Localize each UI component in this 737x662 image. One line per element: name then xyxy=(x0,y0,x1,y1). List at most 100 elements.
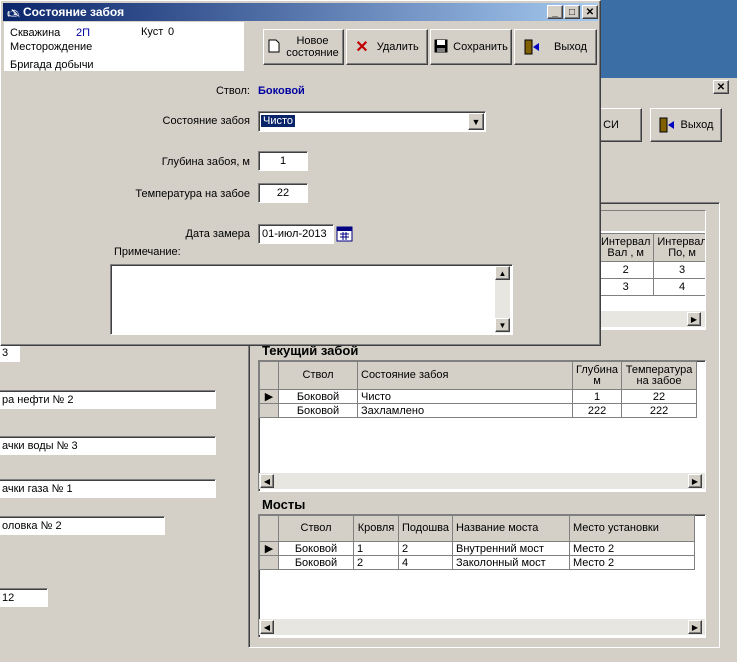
table-cell: 3 xyxy=(653,261,705,279)
scroll-right-icon[interactable]: ▶ xyxy=(688,474,702,488)
calendar-icon[interactable] xyxy=(336,225,353,242)
current-zaboi-grid: Ствол Состояние забоя Глубина м Температу… xyxy=(258,360,706,492)
back-field-6[interactable]: 12 xyxy=(0,588,48,607)
mosty-title: Мосты xyxy=(262,497,306,512)
table-cell: 2 xyxy=(353,555,399,570)
col-place: Место установки xyxy=(568,515,695,542)
depth-label: Глубина забоя, м xyxy=(161,156,250,168)
scroll-up-icon[interactable]: ▲ xyxy=(495,266,510,280)
back-exit-label: Выход xyxy=(680,119,714,131)
mosty-scrollbar[interactable]: ◀ ▶ xyxy=(259,619,705,635)
back-field-3[interactable]: ачки воды № 3 xyxy=(0,436,216,455)
back-field-1[interactable]: 3 xyxy=(0,344,20,362)
row-pointer-icon: ▶ xyxy=(259,389,279,404)
col-depth: Глубина м xyxy=(571,361,623,390)
table-cell: Боковой xyxy=(278,389,358,404)
zaboi-dialog: 🖎 Состояние забоя _ □ ✕ Скважина 2П Куст… xyxy=(0,0,601,346)
field-label: Месторождение xyxy=(10,41,93,53)
new-state-button[interactable]: Новое состояние xyxy=(263,29,344,65)
table-cell: 1 xyxy=(353,541,399,556)
well-value: 2П xyxy=(76,27,91,39)
save-label: Сохранить xyxy=(453,41,508,53)
col-bridge-name: Название моста xyxy=(451,515,570,542)
minimize-button[interactable]: _ xyxy=(547,5,563,19)
table-row[interactable]: ▶ Боковой 1 2 Внутренний мост Место 2 xyxy=(259,541,695,556)
date-value: 01-июл-2013 xyxy=(262,228,327,240)
table-cell: 22 xyxy=(621,389,698,404)
exit-label: Выход xyxy=(554,41,587,53)
col-stvol: Ствол xyxy=(278,515,354,542)
exit-icon xyxy=(524,39,540,55)
col-roof: Кровля xyxy=(353,515,399,542)
close-button[interactable]: ✕ xyxy=(582,5,598,19)
table-cell: 4 xyxy=(398,555,453,570)
back-exit-button[interactable]: Выход xyxy=(650,108,722,142)
scroll-left-icon[interactable]: ◀ xyxy=(260,474,274,488)
new-document-icon xyxy=(268,39,280,56)
brigade-label: Бригада добычи xyxy=(10,59,94,71)
depth-input[interactable]: 1 xyxy=(258,151,308,171)
table-cell: Чисто xyxy=(357,389,573,404)
back-field-4[interactable]: ачки газа № 1 xyxy=(0,479,216,498)
save-icon xyxy=(434,39,448,56)
table-row[interactable]: ▶ Боковой Чисто 1 22 xyxy=(259,389,698,404)
state-select[interactable]: Чисто ▼ xyxy=(258,111,486,132)
new-state-label-1: Новое xyxy=(296,35,329,47)
table-cell: Внутренний мост xyxy=(451,541,570,556)
dialog-titlebar[interactable]: 🖎 Состояние забоя _ □ ✕ xyxy=(3,3,598,21)
table-cell: Боковой xyxy=(278,555,354,570)
top-grid-header-2: Интервал По, м xyxy=(653,233,705,262)
col-sole: Подошва xyxy=(398,515,453,542)
exit-button[interactable]: Выход xyxy=(514,29,597,65)
note-scrollbar[interactable]: ▲ ▼ xyxy=(495,266,510,333)
table-cell: 222 xyxy=(571,403,623,418)
scroll-right-icon[interactable]: ▶ xyxy=(688,620,702,634)
note-label: Примечание: xyxy=(114,246,181,258)
well-label: Скважина xyxy=(10,27,61,39)
date-input[interactable]: 01-июл-2013 xyxy=(258,224,334,244)
table-cell: 2 xyxy=(398,541,453,556)
temp-input[interactable]: 22 xyxy=(258,183,308,203)
delete-button[interactable]: ✕ Удалить xyxy=(346,29,428,65)
scroll-down-icon[interactable]: ▼ xyxy=(495,318,510,332)
mosty-grid: Ствол Кровля Подошва Название моста Мест… xyxy=(258,514,706,638)
bush-label: Куст xyxy=(141,26,164,38)
state-label: Состояние забоя xyxy=(162,115,250,127)
save-button[interactable]: Сохранить xyxy=(430,29,512,65)
col-temp: Температура на забое xyxy=(621,361,698,390)
note-textarea[interactable]: ▲ ▼ xyxy=(110,264,513,335)
table-cell: Место 2 xyxy=(568,555,695,570)
col-stvol: Ствол xyxy=(278,361,358,390)
table-cell: Место 2 xyxy=(568,541,695,556)
table-cell: Боковой xyxy=(278,403,358,418)
scroll-left-icon[interactable]: ◀ xyxy=(260,620,274,634)
current-zaboi-scrollbar[interactable]: ◀ ▶ xyxy=(259,473,705,489)
back-field-2[interactable]: ра нефти № 2 xyxy=(0,390,216,409)
back-close-button[interactable]: ✕ xyxy=(713,80,729,94)
delete-icon: ✕ xyxy=(355,39,369,56)
new-state-label-2: состояние xyxy=(286,47,339,59)
back-field-5[interactable]: оловка № 2 xyxy=(0,516,165,535)
chevron-down-icon[interactable]: ▼ xyxy=(468,113,484,130)
row-pointer-icon: ▶ xyxy=(259,541,279,556)
exit-icon xyxy=(659,117,675,133)
stvol-label: Ствол: xyxy=(215,85,250,97)
table-cell: 222 xyxy=(621,403,698,418)
table-cell: 2 xyxy=(596,261,655,279)
date-label: Дата замера xyxy=(185,228,251,240)
back-partial-button-label: СИ xyxy=(603,119,619,131)
table-cell: 4 xyxy=(653,278,705,296)
table-cell: 1 xyxy=(571,389,623,404)
table-row[interactable]: Боковой 2 4 Заколонный мост Место 2 xyxy=(259,555,695,570)
table-cell: 3 xyxy=(596,278,655,296)
scroll-right-icon[interactable]: ▶ xyxy=(687,312,701,326)
dialog-title: Состояние забоя xyxy=(23,5,125,19)
table-cell: Боковой xyxy=(278,541,354,556)
table-row[interactable]: Боковой Захламлено 222 222 xyxy=(259,403,698,418)
table-cell: Заколонный мост xyxy=(451,555,570,570)
stvol-value: Боковой xyxy=(258,85,305,97)
state-select-value: Чисто xyxy=(261,115,296,127)
maximize-button[interactable]: □ xyxy=(564,5,580,19)
depth-value: 1 xyxy=(279,155,287,167)
delete-label: Удалить xyxy=(376,41,419,53)
